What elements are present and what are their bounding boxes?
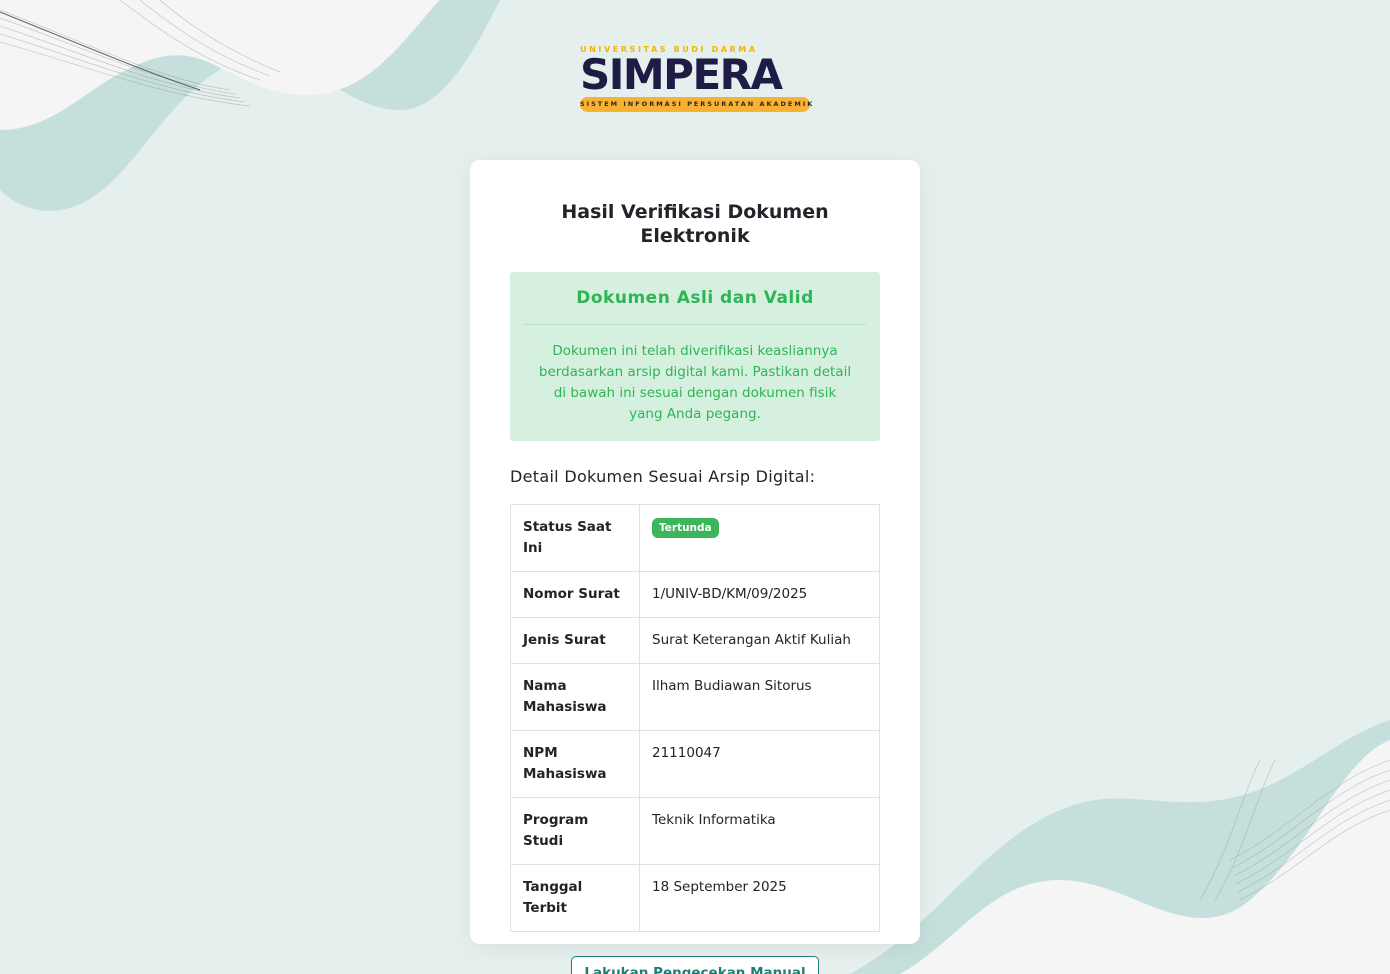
button-container: Lakukan Pengecekan Manual — [510, 956, 880, 974]
row-label: Nomor Surat — [510, 571, 640, 618]
document-details-table: Status Saat Ini Tertunda Nomor Surat 1/U… — [510, 504, 880, 932]
row-label: Tanggal Terbit — [510, 864, 640, 932]
manual-check-button[interactable]: Lakukan Pengecekan Manual — [571, 956, 819, 974]
table-row-status: Status Saat Ini Tertunda — [510, 504, 880, 572]
page-title: Hasil Verifikasi Dokumen Elektronik — [561, 201, 829, 247]
logo-app-name: SIMPERA — [580, 50, 783, 99]
row-label: Program Studi — [510, 797, 640, 865]
row-label: NPM Mahasiswa — [510, 730, 640, 798]
details-heading: Detail Dokumen Sesuai Arsip Digital: — [510, 467, 816, 486]
row-value: Teknik Informatika — [639, 797, 880, 865]
alert-divider — [524, 324, 866, 325]
table-row: Program Studi Teknik Informatika — [510, 797, 880, 865]
status-label: Status Saat Ini — [510, 504, 640, 572]
verification-card: Hasil Verifikasi Dokumen Elektronik Doku… — [470, 160, 920, 974]
row-value: Ilham Budiawan Sitorus — [639, 663, 880, 731]
simpera-logo: UNIVERSITAS BUDI DARMA SIMPERA SISTEM IN… — [580, 44, 812, 116]
table-row: Tanggal Terbit 18 September 2025 — [510, 864, 880, 932]
table-row: Nomor Surat 1/UNIV-BD/KM/09/2025 — [510, 571, 880, 618]
row-value: Surat Keterangan Aktif Kuliah — [639, 617, 880, 664]
row-value: 21110047 — [639, 730, 880, 798]
row-label: Jenis Surat — [510, 617, 640, 664]
status-cell: Tertunda — [639, 504, 880, 572]
row-value: 1/UNIV-BD/KM/09/2025 — [639, 571, 880, 618]
status-badge: Tertunda — [652, 518, 719, 538]
table-row: NPM Mahasiswa 21110047 — [510, 730, 880, 798]
table-row: Nama Mahasiswa Ilham Budiawan Sitorus — [510, 663, 880, 731]
alert-message: Dokumen ini telah diverifikasi keasliann… — [538, 343, 852, 422]
table-row: Jenis Surat Surat Keterangan Aktif Kulia… — [510, 617, 880, 664]
row-label: Nama Mahasiswa — [510, 663, 640, 731]
logo-tagline: SISTEM INFORMASI PERSURATAN AKADEMIK — [580, 97, 812, 112]
alert-heading: Dokumen Asli dan Valid — [576, 288, 814, 308]
valid-document-alert: Dokumen Asli dan Valid Dokumen ini telah… — [510, 272, 880, 441]
row-value: 18 September 2025 — [639, 864, 880, 932]
